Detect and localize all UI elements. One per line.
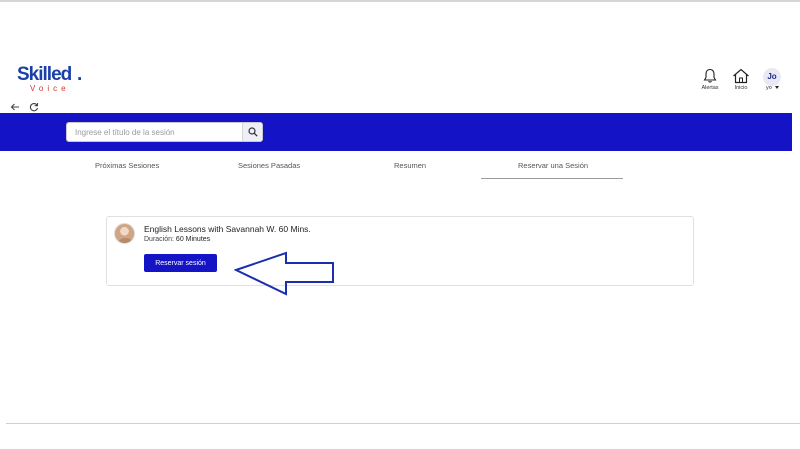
user-menu-label[interactable]: yo — [766, 85, 772, 91]
logo-tagline: Voice — [30, 84, 70, 93]
skilled-voice-logo[interactable]: Skilled . Voice — [17, 64, 97, 94]
bell-icon — [703, 68, 717, 83]
tutor-avatar — [114, 223, 135, 244]
active-tab-indicator — [481, 178, 623, 179]
tab-upcoming-sessions[interactable]: Próximas Sesiones — [95, 161, 159, 170]
bottom-divider — [6, 423, 800, 424]
logo-dot: . — [77, 64, 83, 85]
duration-value: 60 Minutes — [175, 236, 211, 243]
refresh-icon — [29, 102, 39, 112]
pointing-arrow-icon — [234, 251, 334, 296]
tab-summary[interactable]: Resumen — [394, 161, 426, 170]
back-arrow-icon — [10, 103, 19, 111]
home-button[interactable]: Inicio — [726, 68, 756, 91]
top-divider — [0, 0, 800, 2]
search-input[interactable] — [75, 125, 240, 140]
tab-past-sessions[interactable]: Sesiones Pasadas — [238, 161, 300, 170]
caret-down-icon[interactable] — [775, 86, 779, 89]
home-icon — [733, 68, 749, 84]
session-title: English Lessons with Savannah W. 60 Mins… — [144, 224, 311, 234]
home-label: Inicio — [734, 85, 748, 91]
alerts-label: Alertas — [701, 85, 719, 91]
tab-book-session[interactable]: Reservar una Sesión — [518, 161, 588, 170]
user-avatar[interactable]: Jo — [763, 68, 781, 86]
book-session-button[interactable]: Reservar sesión — [144, 254, 217, 272]
session-search — [66, 122, 263, 142]
session-duration: Duración: 60 Minutes — [144, 236, 210, 243]
search-button[interactable] — [242, 123, 262, 141]
back-button[interactable] — [10, 99, 20, 111]
logo-wordmark: Skilled — [17, 64, 72, 85]
refresh-button[interactable] — [29, 99, 39, 112]
alerts-button[interactable]: Alertas — [695, 68, 725, 91]
duration-label: Duración: — [144, 236, 174, 243]
search-icon — [248, 127, 258, 137]
